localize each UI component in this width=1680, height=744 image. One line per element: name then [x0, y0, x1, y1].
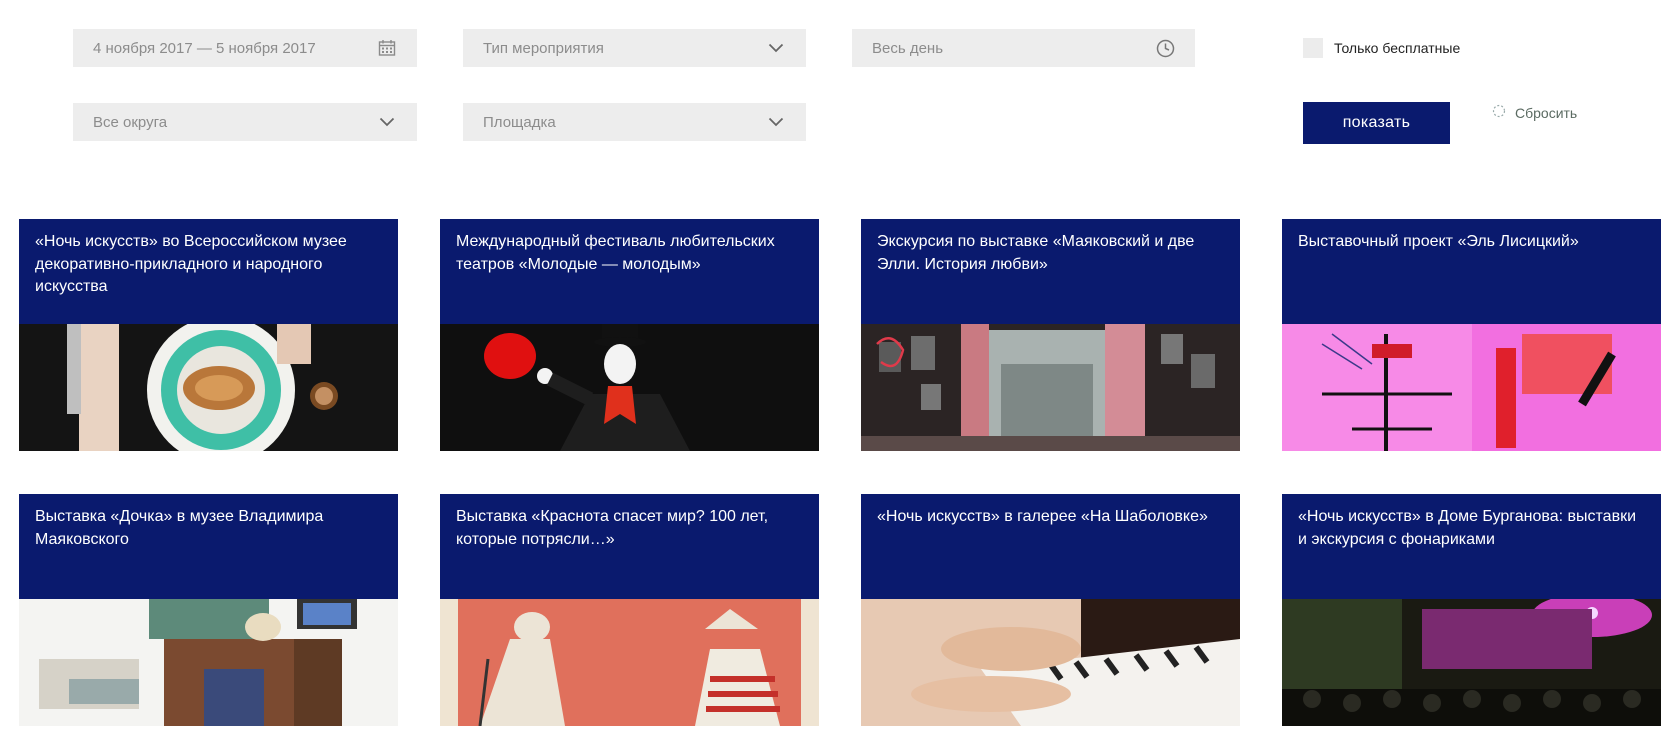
event-image-poster[interactable] [1282, 324, 1661, 451]
event-title: Выставка «Дочка» в музее Владимира Маяко… [19, 494, 398, 599]
event-title: Экскурсия по выставке «Маяковский и две … [861, 219, 1240, 324]
district-placeholder: Все округа [93, 113, 168, 131]
event-card[interactable]: Выставка «Краснота спасет мир? 100 лет, … [440, 494, 819, 726]
event-image-room[interactable] [19, 599, 398, 726]
date-range-field[interactable]: 4 ноября 2017 — 5 ноября 2017 [73, 29, 417, 67]
event-title: Международный фестиваль любительских теа… [440, 219, 819, 324]
time-field[interactable]: Весь день [852, 29, 1195, 67]
event-type-select[interactable]: Тип мероприятия [463, 29, 806, 67]
chevron-down-icon [766, 112, 786, 132]
reset-link[interactable]: Сбросить [1492, 104, 1577, 121]
event-image-soviet-poster[interactable] [440, 599, 819, 726]
reset-icon [1492, 104, 1506, 121]
reset-label: Сбросить [1515, 104, 1578, 121]
date-range-value: 4 ноября 2017 — 5 ноября 2017 [93, 39, 316, 57]
event-title: «Ночь искусств» во Всероссийском музее д… [19, 219, 398, 324]
clock-icon[interactable] [1155, 38, 1175, 58]
free-only-checkbox[interactable] [1303, 38, 1323, 58]
event-image-piano[interactable] [861, 599, 1240, 726]
district-select[interactable]: Все округа [73, 103, 417, 141]
event-title: Выставка «Краснота спасет мир? 100 лет, … [440, 494, 819, 599]
time-value: Весь день [872, 39, 944, 57]
event-card[interactable]: Международный фестиваль любительских теа… [440, 219, 819, 451]
event-card[interactable]: Выставочный проект «Эль Лисицкий» [1282, 219, 1661, 451]
event-card[interactable]: Экскурсия по выставке «Маяковский и две … [861, 219, 1240, 451]
event-image-plate[interactable] [19, 324, 398, 451]
venue-placeholder: Площадка [483, 113, 556, 131]
venue-select[interactable]: Площадка [463, 103, 806, 141]
event-type-placeholder: Тип мероприятия [483, 39, 604, 57]
show-button[interactable]: показать [1303, 102, 1450, 144]
event-title: «Ночь искусств» в Доме Бурганова: выстав… [1282, 494, 1661, 599]
event-card[interactable]: Выставка «Дочка» в музее Владимира Маяко… [19, 494, 398, 726]
chevron-down-icon [377, 112, 397, 132]
event-title: Выставочный проект «Эль Лисицкий» [1282, 219, 1661, 324]
event-card[interactable]: «Ночь искусств» в галерее «На Шаболовке» [861, 494, 1240, 726]
free-only-label: Только бесплатные [1334, 40, 1461, 56]
event-title: «Ночь искусств» в галерее «На Шаболовке» [861, 494, 1240, 599]
chevron-down-icon [766, 38, 786, 58]
event-image-concert[interactable] [1282, 599, 1661, 726]
event-card[interactable]: «Ночь искусств» в Доме Бурганова: выстав… [1282, 494, 1661, 726]
event-image-mime[interactable] [440, 324, 819, 451]
calendar-icon[interactable] [377, 38, 397, 58]
free-only-filter[interactable]: Только бесплатные [1303, 38, 1460, 58]
event-card[interactable]: «Ночь искусств» во Всероссийском музее д… [19, 219, 398, 451]
event-image-exhibition[interactable] [861, 324, 1240, 451]
